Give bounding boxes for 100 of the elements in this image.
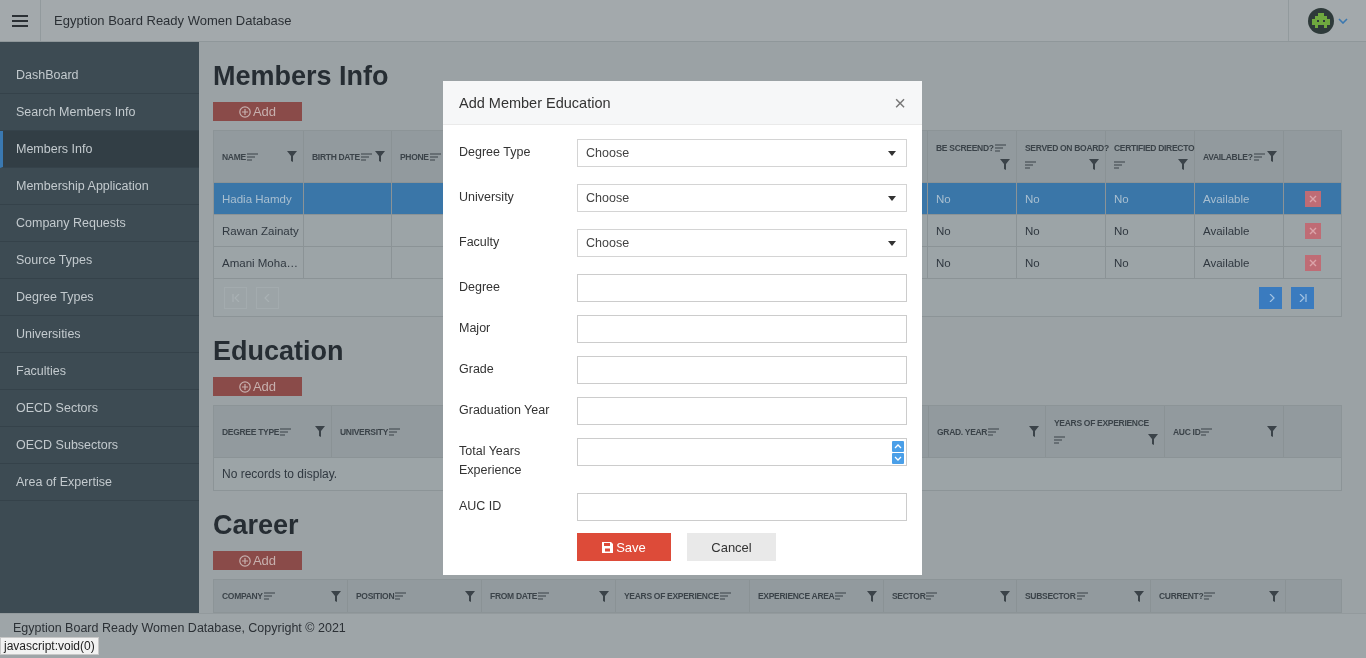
column-label[interactable]: YEARS OF EXPERIENCE bbox=[624, 591, 719, 601]
table-cell: No bbox=[936, 256, 951, 269]
nav-item[interactable]: Membership Application bbox=[0, 168, 199, 205]
nav-item[interactable]: OECD Subsectors bbox=[0, 427, 199, 464]
last-page-button[interactable] bbox=[1291, 286, 1314, 309]
sort-icon[interactable] bbox=[395, 592, 407, 600]
sort-icon[interactable] bbox=[246, 152, 258, 161]
sort-icon[interactable] bbox=[1201, 427, 1213, 436]
input-field[interactable] bbox=[577, 397, 907, 425]
nav-item[interactable]: OECD Sectors bbox=[0, 390, 199, 427]
add-button[interactable]: Add bbox=[213, 551, 302, 570]
nav-item[interactable]: Universities bbox=[0, 316, 199, 353]
filter-icon[interactable] bbox=[287, 151, 297, 162]
filter-icon[interactable] bbox=[331, 590, 341, 602]
sort-icon[interactable] bbox=[429, 152, 441, 161]
sort-icon[interactable] bbox=[389, 427, 400, 436]
column-label[interactable]: POSITION bbox=[356, 591, 395, 601]
delete-icon[interactable] bbox=[1304, 190, 1321, 207]
nav-item[interactable]: Faculties bbox=[0, 353, 199, 390]
column-label[interactable]: UNIVERSITY bbox=[340, 426, 388, 437]
column-label[interactable]: FROM DATE bbox=[490, 591, 538, 601]
sort-icon[interactable] bbox=[988, 427, 1000, 436]
sort-icon[interactable] bbox=[280, 427, 292, 436]
number-field[interactable] bbox=[577, 438, 907, 466]
table-cell: No bbox=[1025, 256, 1040, 269]
column-label[interactable]: AUC ID bbox=[1173, 426, 1201, 437]
spin-up-icon[interactable] bbox=[892, 440, 904, 452]
input-field[interactable] bbox=[577, 356, 907, 384]
column-label[interactable]: COMPANY bbox=[222, 591, 263, 601]
filter-icon[interactable] bbox=[1000, 590, 1010, 602]
input-field[interactable] bbox=[577, 315, 907, 343]
add-button[interactable]: Add bbox=[213, 102, 302, 121]
nav-item[interactable]: Company Requests bbox=[0, 205, 199, 242]
column-label[interactable]: SERVED ON BOARD? bbox=[1025, 143, 1109, 153]
column-label[interactable]: GRAD. YEAR bbox=[937, 426, 988, 437]
filter-icon[interactable] bbox=[1267, 426, 1277, 437]
sort-icon[interactable] bbox=[1076, 592, 1088, 600]
filter-icon[interactable] bbox=[1029, 426, 1039, 437]
column-label[interactable]: PHONE bbox=[400, 151, 429, 162]
last-page-icon bbox=[1297, 293, 1308, 302]
sort-icon[interactable] bbox=[1054, 435, 1065, 444]
filter-icon[interactable] bbox=[1148, 434, 1158, 445]
column-label[interactable]: BE SCREEND? bbox=[936, 143, 994, 153]
filter-icon[interactable] bbox=[1134, 590, 1144, 602]
column-label[interactable]: CERTIFIED DIRECTO bbox=[1114, 143, 1195, 153]
filter-icon[interactable] bbox=[1269, 590, 1279, 602]
column-label[interactable]: EXPERIENCE AREA bbox=[758, 591, 835, 601]
sort-icon[interactable] bbox=[994, 144, 1006, 152]
next-page-button[interactable] bbox=[1259, 286, 1282, 309]
nav-item[interactable]: Degree Types bbox=[0, 279, 199, 316]
sort-icon[interactable] bbox=[360, 152, 372, 161]
copyright-text: Egyption Board Ready Women Database, Copyright © 2021 bbox=[13, 621, 346, 635]
avatar-icon[interactable] bbox=[1307, 7, 1334, 34]
filter-icon[interactable] bbox=[1178, 159, 1188, 170]
filter-icon[interactable] bbox=[375, 151, 385, 162]
field-label: Degree Type bbox=[459, 144, 532, 161]
status-tooltip: javascript:void(0) bbox=[0, 637, 99, 655]
sort-icon[interactable] bbox=[835, 592, 847, 600]
sort-icon[interactable] bbox=[538, 592, 550, 600]
column-label[interactable]: NAME bbox=[222, 151, 246, 162]
input-field[interactable] bbox=[577, 493, 907, 521]
sort-icon[interactable] bbox=[1253, 152, 1265, 161]
save-button[interactable]: Save bbox=[577, 533, 671, 561]
input-field[interactable] bbox=[577, 274, 907, 302]
dropdown[interactable]: Choose bbox=[577, 184, 907, 212]
delete-icon[interactable] bbox=[1304, 254, 1321, 271]
sort-icon[interactable] bbox=[719, 592, 731, 600]
nav-item[interactable]: Area of Expertise bbox=[0, 464, 199, 501]
column-label[interactable]: YEARS OF EXPERIENCE bbox=[1054, 418, 1149, 428]
filter-icon[interactable] bbox=[465, 590, 475, 602]
column-label[interactable]: AVAILABLE? bbox=[1203, 151, 1253, 162]
sort-icon[interactable] bbox=[263, 592, 275, 600]
nav-item[interactable]: DashBoard bbox=[0, 57, 199, 94]
nav-item[interactable]: Members Info bbox=[0, 131, 199, 168]
sort-icon[interactable] bbox=[1204, 592, 1216, 600]
menu-icon[interactable] bbox=[12, 14, 28, 27]
filter-icon[interactable] bbox=[1089, 159, 1099, 170]
sort-icon[interactable] bbox=[926, 592, 938, 600]
column-label[interactable]: BIRTH DATE bbox=[312, 151, 360, 162]
dropdown[interactable]: Choose bbox=[577, 139, 907, 167]
column-label[interactable]: SECTOR bbox=[892, 591, 926, 601]
filter-icon[interactable] bbox=[1000, 159, 1010, 170]
sort-icon[interactable] bbox=[1114, 160, 1125, 169]
filter-icon[interactable] bbox=[315, 426, 325, 437]
column-label[interactable]: CURRENT? bbox=[1159, 591, 1204, 601]
field-label: Total Years Experience bbox=[459, 443, 523, 479]
delete-icon[interactable] bbox=[1304, 222, 1321, 239]
column-label[interactable]: SUBSECTOR bbox=[1025, 591, 1076, 601]
add-button[interactable]: Add bbox=[213, 377, 302, 396]
nav-item[interactable]: Source Types bbox=[0, 242, 199, 279]
column-label[interactable]: DEGREE TYPE bbox=[222, 426, 280, 437]
filter-icon[interactable] bbox=[1267, 151, 1277, 162]
sort-icon[interactable] bbox=[1025, 160, 1036, 169]
close-button[interactable]: × bbox=[894, 92, 906, 113]
cancel-button[interactable]: Cancel bbox=[687, 533, 776, 561]
dropdown[interactable]: Choose bbox=[577, 229, 907, 257]
filter-icon[interactable] bbox=[867, 590, 877, 602]
filter-icon[interactable] bbox=[599, 590, 609, 602]
spin-down-icon[interactable] bbox=[892, 452, 904, 464]
caret-icon[interactable] bbox=[1337, 17, 1348, 24]
